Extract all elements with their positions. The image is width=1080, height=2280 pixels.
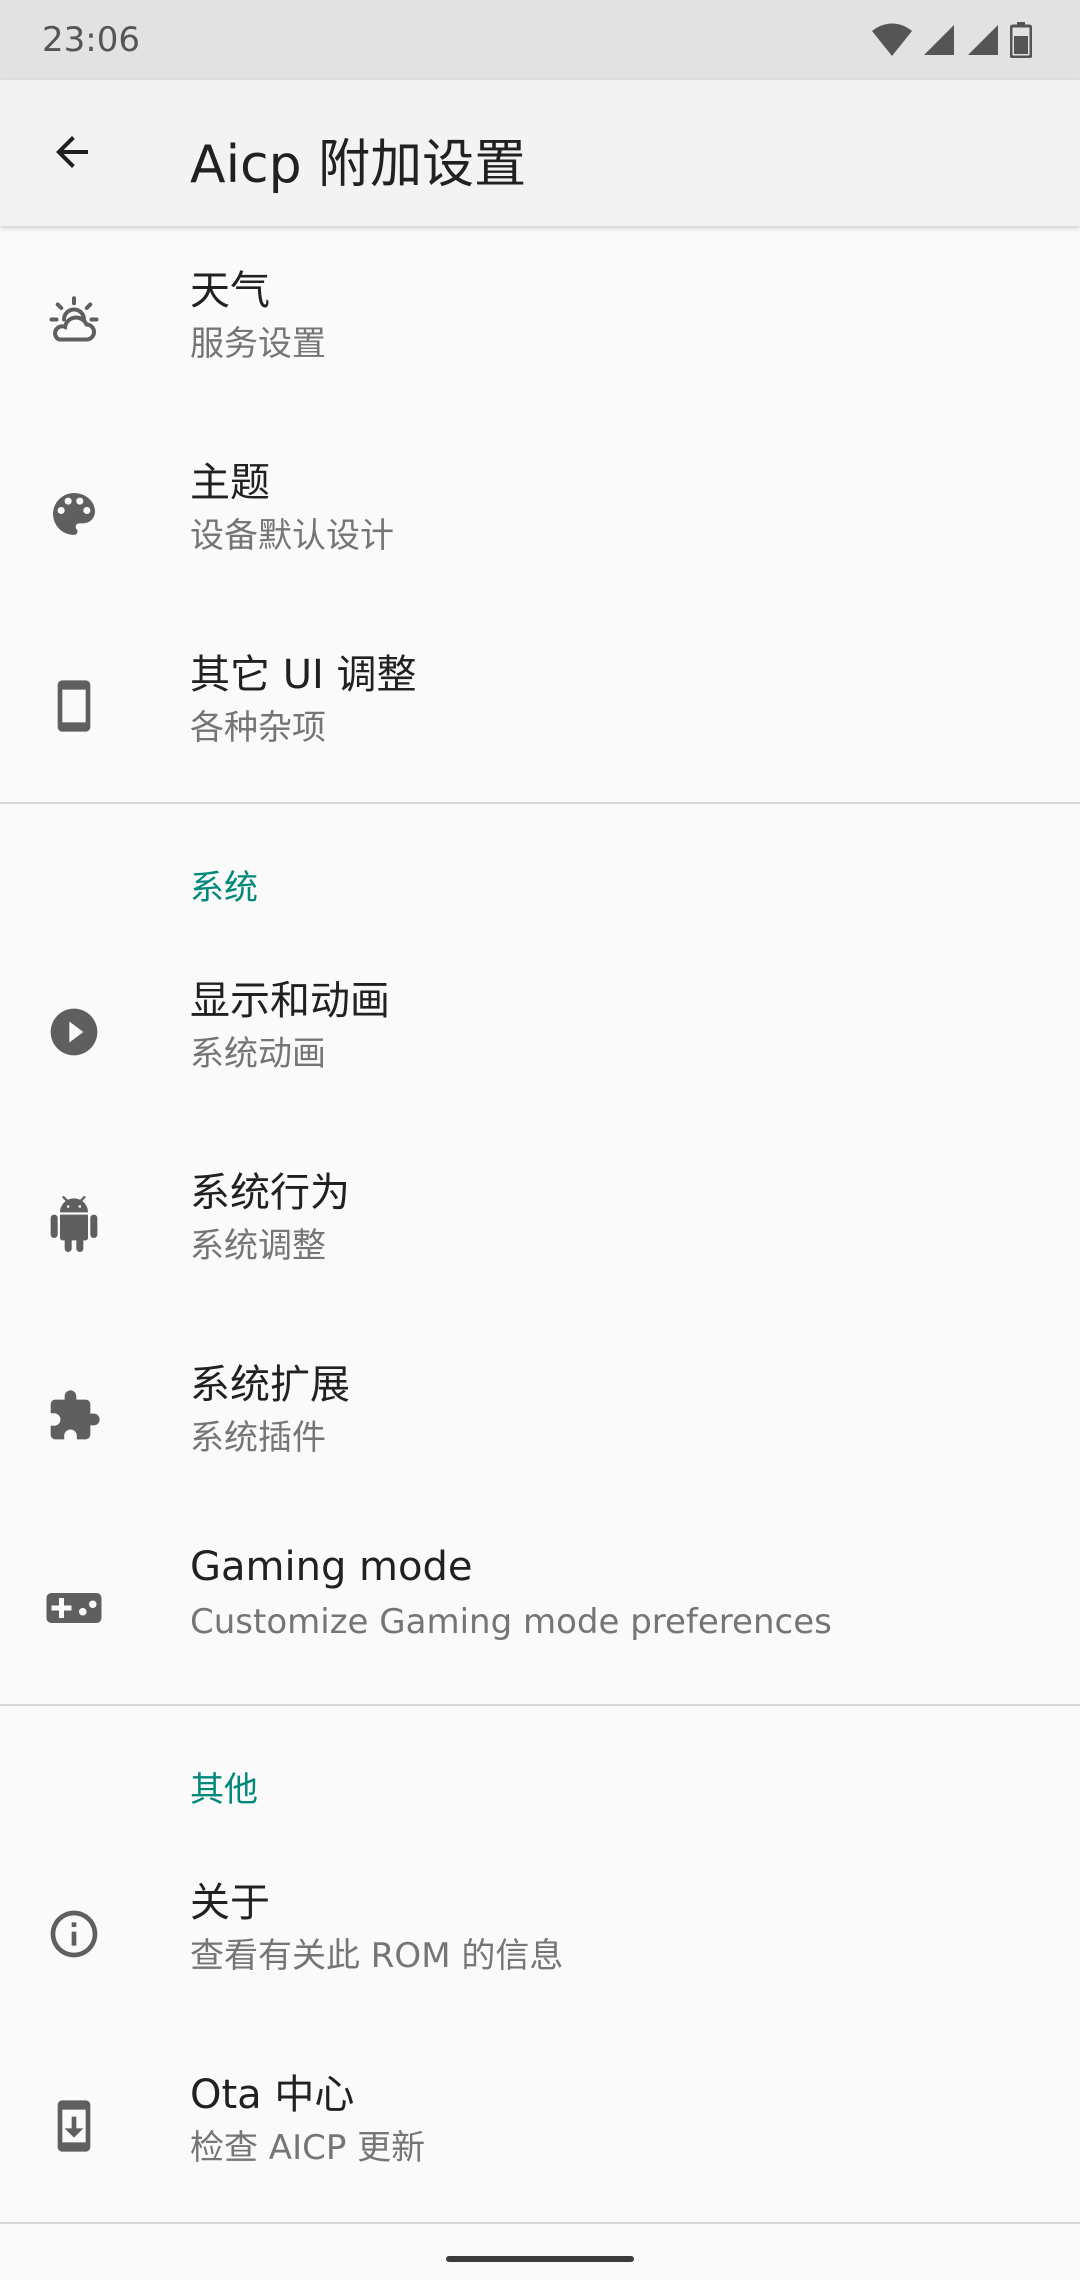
- battery-icon: [1009, 22, 1033, 62]
- pref-item-system-extensions[interactable]: 系统扩展 系统插件: [0, 1320, 1080, 1512]
- pref-title: 显示和动画: [190, 978, 390, 1024]
- pref-item-theme[interactable]: 主题 设备默认设计: [0, 418, 1080, 610]
- pref-title: 关于: [190, 1880, 270, 1926]
- category-system: 系统: [0, 804, 1080, 936]
- pref-item-ui-tweaks[interactable]: 其它 UI 调整 各种杂项: [0, 610, 1080, 802]
- pref-item-ota[interactable]: Ota 中心 检查 AICP 更新: [0, 2030, 1080, 2222]
- pref-title: 天气: [190, 268, 270, 314]
- home-gesture-handle[interactable]: [446, 2256, 634, 2262]
- back-button[interactable]: [36, 118, 108, 190]
- android-icon: [42, 1192, 106, 1256]
- play-icon: [42, 1000, 106, 1064]
- app-bar: Aicp 附加设置: [0, 80, 1080, 226]
- puzzle-icon: [42, 1384, 106, 1448]
- palette-icon: [42, 482, 106, 546]
- signal-icon: [922, 23, 956, 61]
- pref-item-system-behavior[interactable]: 系统行为 系统调整: [0, 1128, 1080, 1320]
- pref-summary: 系统调整: [190, 1226, 326, 1266]
- category-title: 其他: [190, 1770, 258, 1810]
- wifi-icon: [872, 23, 912, 61]
- pref-title: Gaming mode: [190, 1544, 473, 1590]
- info-icon: [42, 1902, 106, 1966]
- weather-icon: [42, 290, 106, 354]
- pref-title: Ota 中心: [190, 2072, 355, 2118]
- pref-item-gaming-mode[interactable]: Gaming mode Customize Gaming mode prefer…: [0, 1512, 1080, 1704]
- gamepad-icon: [42, 1576, 106, 1640]
- pref-summary: Customize Gaming mode preferences: [190, 1602, 832, 1642]
- status-bar: 23:06: [0, 0, 1080, 80]
- pref-summary: 查看有关此 ROM 的信息: [190, 1936, 564, 1976]
- pref-item-display-animation[interactable]: 显示和动画 系统动画: [0, 936, 1080, 1128]
- pref-title: 主题: [190, 460, 270, 506]
- pref-summary: 系统动画: [190, 1034, 326, 1074]
- navigation-bar: [0, 2232, 1080, 2280]
- pref-title: 系统扩展: [190, 1362, 350, 1408]
- pref-title: 其它 UI 调整: [190, 652, 417, 698]
- pref-summary: 系统插件: [190, 1418, 326, 1458]
- signal-icon: [966, 23, 1000, 61]
- pref-item-about[interactable]: 关于 查看有关此 ROM 的信息: [0, 1838, 1080, 2030]
- pref-summary: 各种杂项: [190, 708, 326, 748]
- download-icon: [42, 2094, 106, 2158]
- pref-summary: 服务设置: [190, 324, 326, 364]
- category-title: 系统: [190, 868, 258, 908]
- divider: [0, 2222, 1080, 2224]
- settings-list: 天气 服务设置 主题 设备默认设计 其它 UI 调整 各种杂项 系统 显示和动画…: [0, 226, 1080, 2224]
- pref-title: 系统行为: [190, 1170, 350, 1216]
- pref-summary: 设备默认设计: [190, 516, 394, 556]
- pref-summary: 检查 AICP 更新: [190, 2128, 426, 2168]
- arrow-back-icon: [48, 128, 96, 180]
- status-time: 23:06: [42, 20, 140, 60]
- phone-icon: [42, 674, 106, 738]
- page-title: Aicp 附加设置: [190, 135, 527, 195]
- category-other: 其他: [0, 1706, 1080, 1838]
- status-icons: [872, 22, 1033, 62]
- pref-item-weather[interactable]: 天气 服务设置: [0, 226, 1080, 418]
